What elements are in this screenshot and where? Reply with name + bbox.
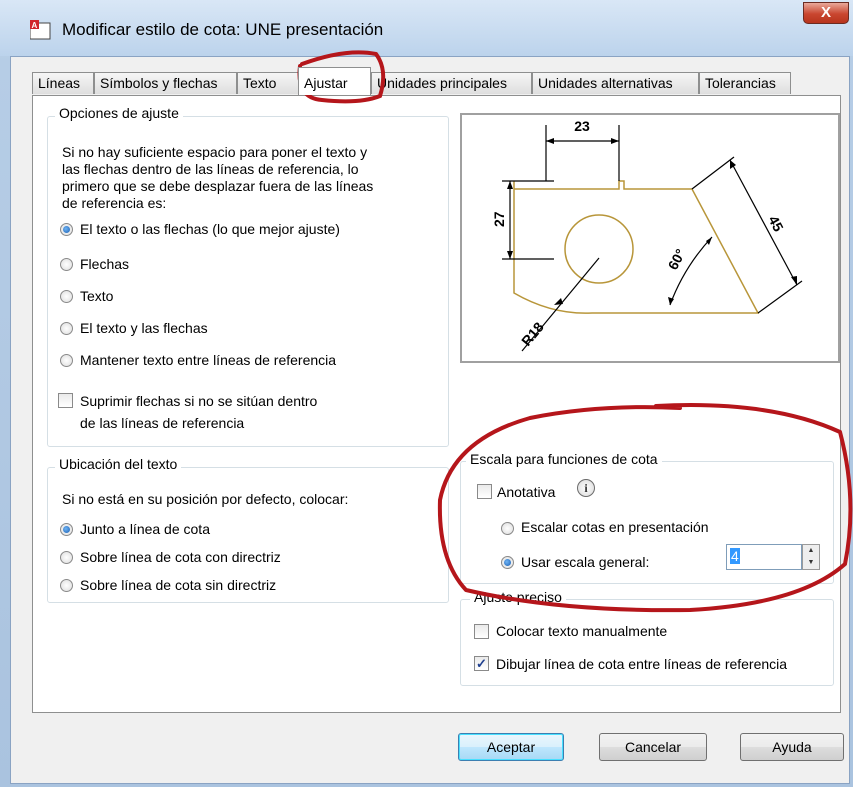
annotation-circle-scale-group (437, 403, 853, 613)
red-annotation-overlay (297, 50, 853, 613)
tab-ajustar[interactable]: Ajustar (298, 67, 371, 95)
